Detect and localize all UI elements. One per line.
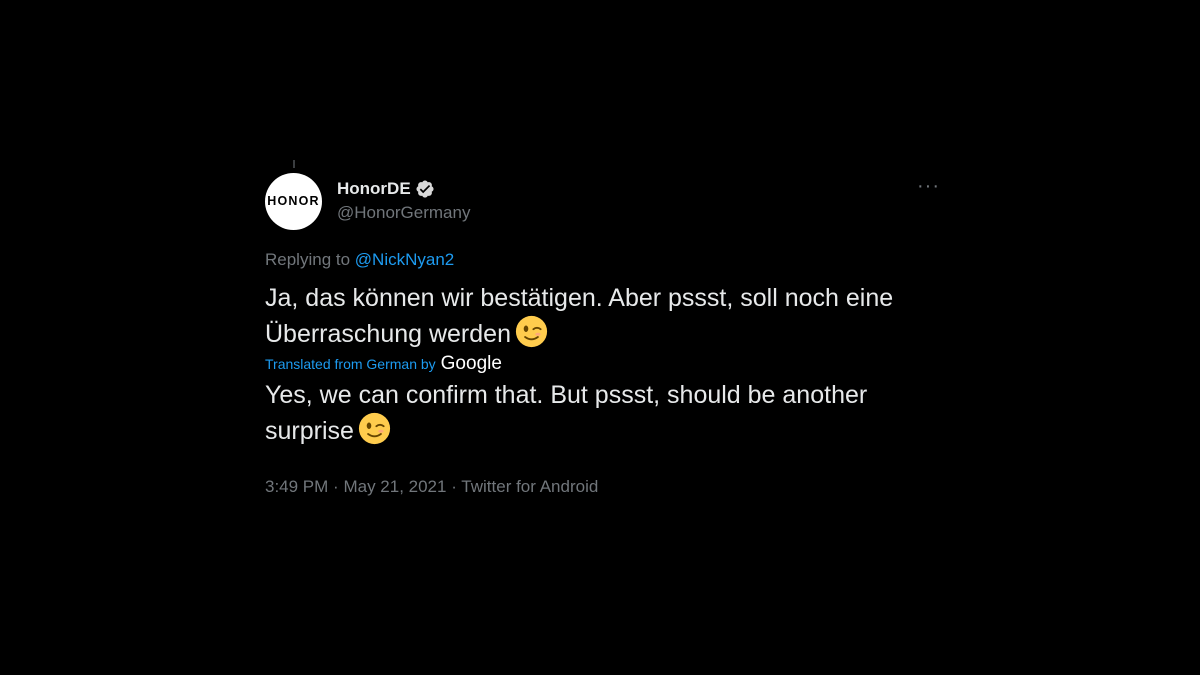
tweet-time[interactable]: 3:49 PM	[265, 477, 328, 496]
winking-face-emoji-icon	[515, 315, 548, 348]
verified-badge-icon	[416, 179, 434, 198]
avatar-logo-text: HONOR	[267, 194, 320, 208]
tweet-text-translated-content: Yes, we can confirm that. But pssst, sho…	[265, 381, 868, 445]
tweet-card: HONOR HonorDE @HonorGermany ··· Replying…	[265, 172, 945, 497]
tweet-metadata: 3:49 PM · May 21, 2021 · Twitter for And…	[265, 477, 945, 497]
translation-attribution: Translated from German by Google	[265, 353, 945, 377]
tweet-text-original-content: Ja, das können wir bestätigen. Aber psss…	[265, 284, 894, 348]
name-row: HonorDE	[337, 176, 470, 202]
tweet-text-original: Ja, das können wir bestätigen. Aber psss…	[265, 282, 945, 351]
replying-prefix: Replying to	[265, 250, 351, 269]
tweet-header: HONOR HonorDE @HonorGermany ···	[265, 172, 945, 230]
replying-to-line: Replying to @NickNyan2	[265, 250, 945, 270]
user-handle[interactable]: @HonorGermany	[337, 203, 470, 223]
winking-face-emoji-icon	[358, 412, 391, 445]
translated-from-label[interactable]: Translated from German by	[265, 356, 436, 372]
tweet-text-translated: Yes, we can confirm that. But pssst, sho…	[265, 379, 945, 448]
avatar[interactable]: HONOR	[265, 172, 322, 230]
tweet-date[interactable]: May 21, 2021	[343, 477, 446, 496]
meta-separator: ·	[451, 477, 457, 496]
tweet-source[interactable]: Twitter for Android	[461, 477, 598, 496]
display-name[interactable]: HonorDE	[337, 179, 411, 199]
replying-to-link[interactable]: @NickNyan2	[355, 250, 454, 269]
user-info: HonorDE @HonorGermany	[337, 176, 470, 223]
more-options-button[interactable]: ···	[917, 176, 940, 196]
thread-connector-line	[293, 160, 295, 168]
meta-separator: ·	[333, 477, 339, 496]
google-logo: Google	[440, 353, 502, 374]
